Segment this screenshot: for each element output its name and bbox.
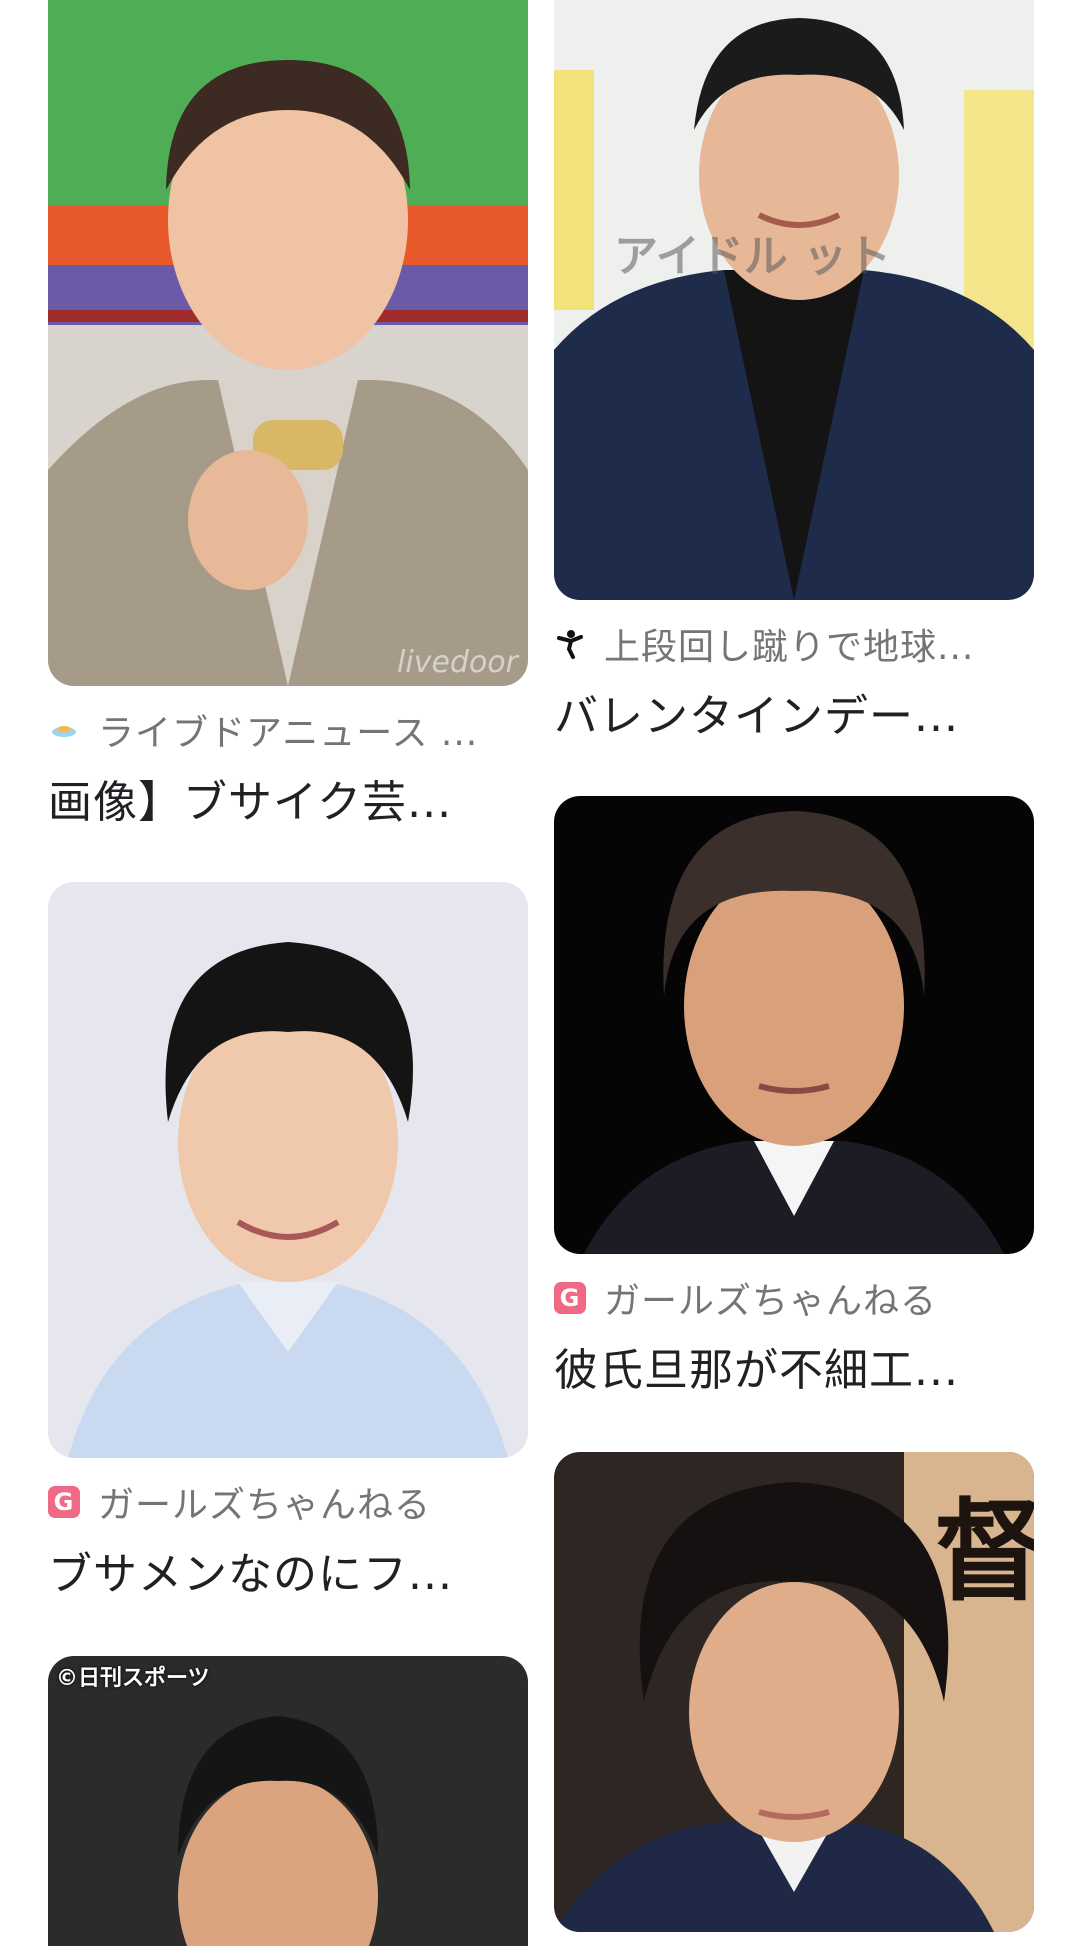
image-result-card[interactable]: G ガールズちゃんねる 彼氏旦那が不細工... bbox=[554, 796, 1034, 1398]
thumbnail-image bbox=[48, 0, 528, 686]
result-title[interactable]: 画像】ブサイク芸... bbox=[48, 766, 528, 830]
result-source-text: ガールズちゃんねる bbox=[98, 1485, 432, 1524]
result-source-text: ガールズちゃんねる bbox=[604, 1281, 938, 1320]
result-source-text: 上段回し蹴りで地球... bbox=[604, 627, 975, 666]
karate-kick-icon bbox=[554, 628, 586, 660]
result-source[interactable]: ライブドアニュース ... bbox=[48, 708, 528, 752]
result-source-text: ライブドアニュース ... bbox=[98, 713, 479, 752]
result-source[interactable]: 上段回し蹴りで地球... bbox=[554, 622, 1034, 666]
result-source[interactable]: G ガールズちゃんねる bbox=[48, 1480, 528, 1524]
thumbnail-image bbox=[48, 882, 528, 1458]
thumbnail-sign-text: アイドル ット bbox=[614, 231, 892, 282]
result-source[interactable]: G ガールズちゃんねる bbox=[554, 1276, 1034, 1320]
image-result-card[interactable]: G ガールズちゃんねる ブサメンなのにフ... bbox=[48, 882, 528, 1602]
result-thumbnail[interactable] bbox=[554, 796, 1034, 1254]
image-result-card[interactable]: livedoor ライブドアニュース ... 画像】ブサイク芸... bbox=[48, 0, 528, 830]
image-result-card[interactable]: 督 bbox=[554, 1452, 1034, 1932]
image-result-card[interactable]: ©日刊スポーツ bbox=[48, 1656, 528, 1946]
result-thumbnail[interactable] bbox=[48, 882, 528, 1458]
image-result-card[interactable]: アイドル ット 上段回し蹴りで地球... バレンタインデー... bbox=[554, 0, 1034, 744]
result-thumbnail[interactable]: ©日刊スポーツ bbox=[48, 1656, 528, 1946]
result-title[interactable]: バレンタインデー... bbox=[554, 680, 1034, 744]
result-title[interactable]: 彼氏旦那が不細工... bbox=[554, 1334, 1034, 1398]
result-thumbnail[interactable]: livedoor bbox=[48, 0, 528, 686]
result-thumbnail[interactable]: 督 bbox=[554, 1452, 1034, 1932]
girlschannel-g-icon: G bbox=[554, 1282, 586, 1314]
thumbnail-banner-text: 督 bbox=[934, 1488, 1034, 1616]
result-thumbnail[interactable]: アイドル ット bbox=[554, 0, 1034, 600]
thumbnail-image bbox=[554, 0, 1034, 600]
girlschannel-g-icon: G bbox=[48, 1486, 80, 1518]
thumbnail-image bbox=[48, 1656, 528, 1946]
thumbnail-image bbox=[554, 796, 1034, 1254]
livedoor-icon bbox=[48, 714, 80, 746]
image-results-grid: livedoor ライブドアニュース ... 画像】ブサイク芸... G ガール… bbox=[0, 0, 1077, 1946]
thumbnail-watermark: livedoor bbox=[397, 645, 518, 680]
result-title[interactable]: ブサメンなのにフ... bbox=[48, 1538, 528, 1602]
thumbnail-stamp: ©日刊スポーツ bbox=[56, 1666, 210, 1691]
